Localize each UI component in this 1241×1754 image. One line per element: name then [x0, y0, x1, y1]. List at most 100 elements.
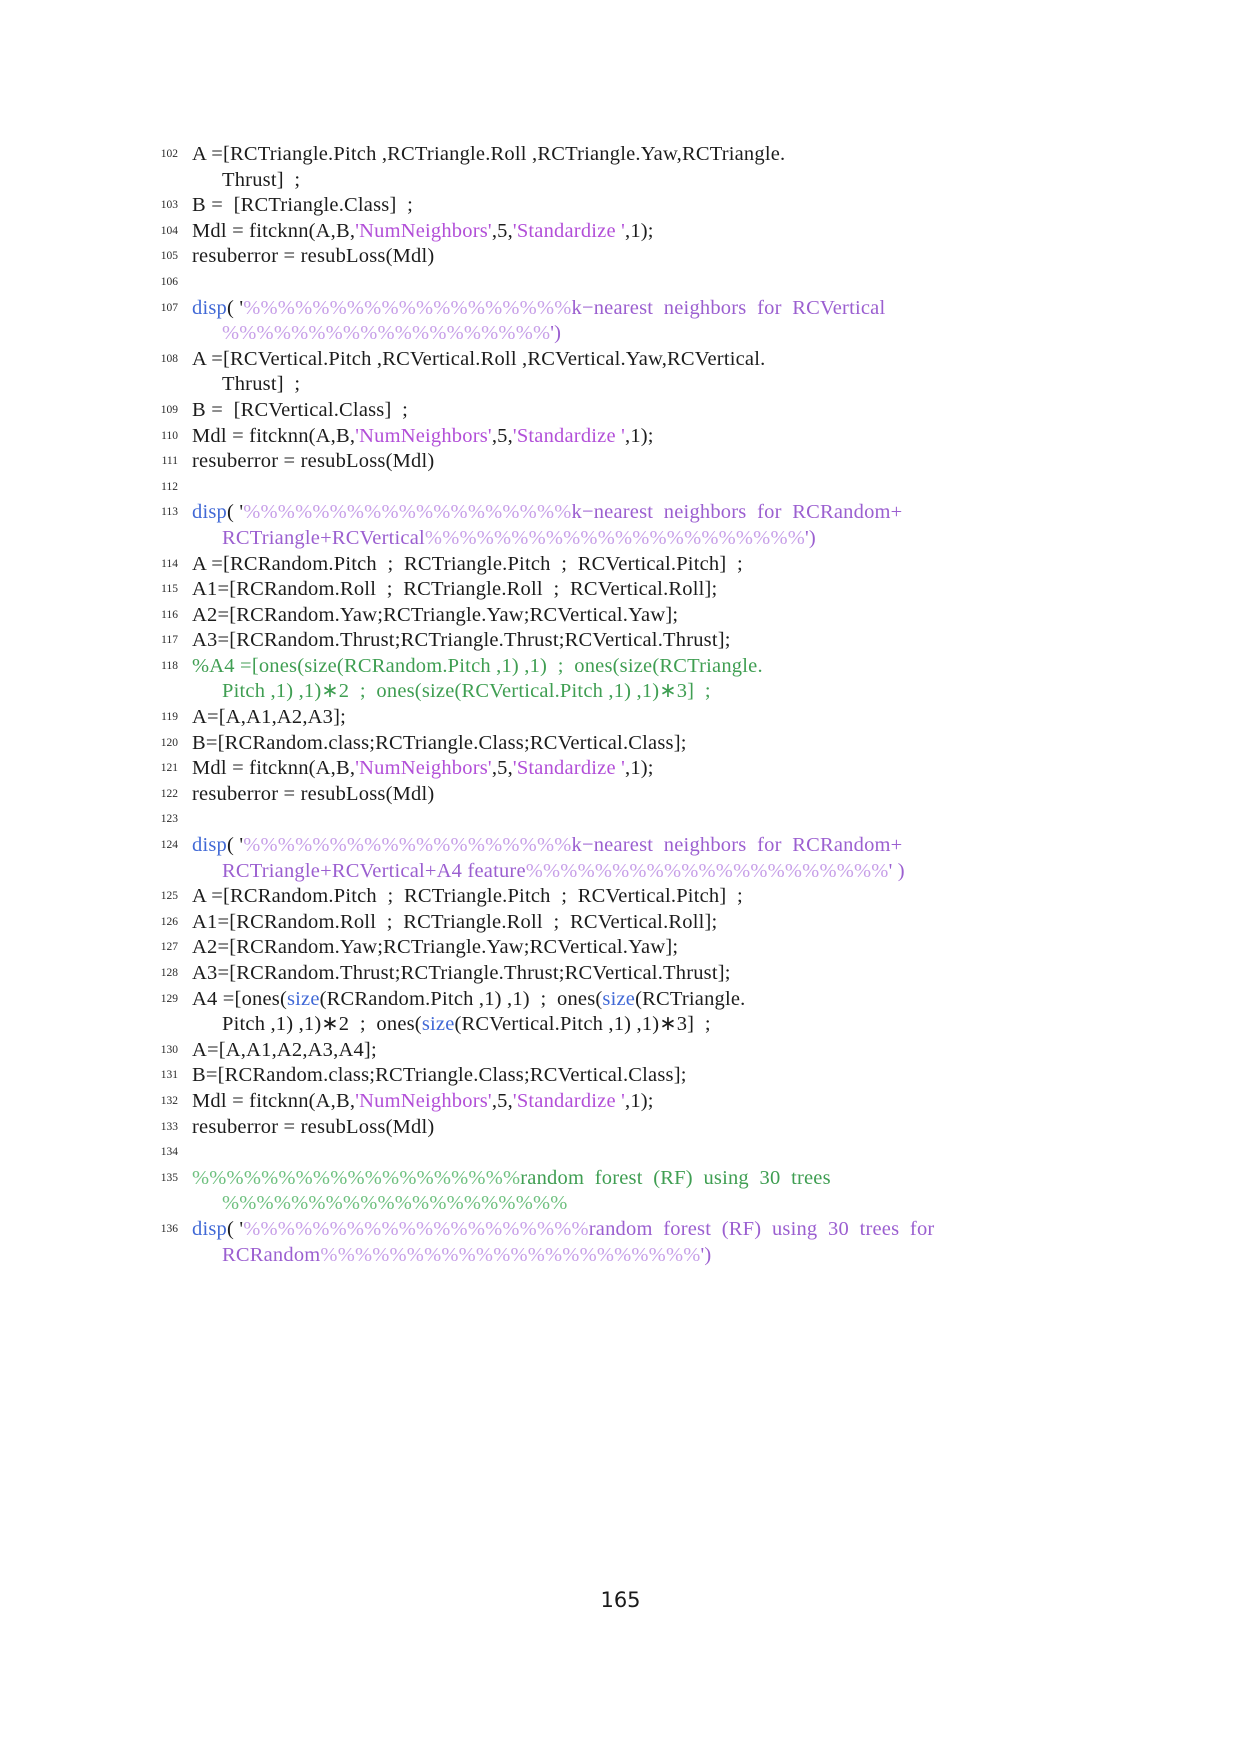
code-token-percent_run: %%%%%%%%%%%%%%%%%%%% [243, 1217, 589, 1240]
code-line-number: 108 [160, 352, 178, 365]
code-token-string: 'Standardize ' [512, 424, 625, 447]
code-line-number: 114 [161, 557, 178, 570]
code-line-number: 135 [160, 1171, 178, 1184]
code-line-content: A =[RCRandom.Pitch ; RCTriangle.Pitch ; … [178, 552, 1088, 578]
code-token-plain: A2=[RCRandom.Yaw;RCTriangle.Yaw;RCVertic… [192, 936, 679, 959]
code-line-number: 110 [161, 429, 178, 442]
code-line-number: 127 [160, 941, 178, 954]
code-token-percent_run: %%%%%%%%%%%%%%%%%%% [243, 834, 572, 857]
code-line-number: 126 [160, 915, 178, 928]
code-token-plain: ( ' [226, 501, 244, 524]
code-token-plain: ( ' [226, 1217, 244, 1240]
code-token-string_text: RCTriangle+RCVertical+A4 feature [222, 859, 526, 882]
code-line-content: B=[RCRandom.class;RCTriangle.Class;RCVer… [178, 731, 1088, 757]
code-token-plain: Thrust] ; [222, 373, 301, 396]
code-token-plain: ,5, [491, 219, 513, 242]
code-token-string_text: RCTriangle+RCVertical [222, 526, 425, 549]
code-token-plain: ,5, [491, 757, 513, 780]
code-line-continuation: Thrust] ; [192, 372, 1088, 398]
code-line-number: 103 [160, 199, 178, 212]
code-line: 121 Mdl = fitcknn(A,B,'NumNeighbors',5,'S… [148, 756, 1088, 782]
code-line-number: 131 [160, 1069, 178, 1082]
code-line-number: 119 [161, 711, 178, 724]
code-line: 128 A3=[RCRandom.Thrust;RCTriangle.Thrust… [148, 961, 1088, 987]
code-token-plain: ,5, [491, 424, 513, 447]
code-token-string: 'NumNeighbors' [355, 757, 492, 780]
code-token-plain: A1=[RCRandom.Roll ; RCTriangle.Roll ; RC… [192, 578, 718, 601]
code-token-string: 'NumNeighbors' [355, 219, 492, 242]
code-line-number: 129 [160, 992, 178, 1005]
code-token-plain: resuberror = resubLoss(Mdl) [192, 782, 435, 805]
code-token-plain: Mdl = fitcknn(A,B, [192, 757, 356, 780]
code-line: 113 disp( '%%%%%%%%%%%%%%%%%%%k−nearest n… [148, 500, 1088, 551]
code-token-comment: random forest (RF) using 30 trees [520, 1166, 831, 1189]
code-token-plain: ,5, [491, 1089, 513, 1112]
code-token-string_text: ' ) [888, 859, 905, 882]
code-line-content: %A4 =[ones(size(RCRandom.Pitch ,1) ,1) ;… [178, 654, 1088, 705]
code-line-content [178, 807, 1088, 833]
code-token-string_text: ') [700, 1243, 712, 1266]
code-line-content: resuberror = resubLoss(Mdl) [178, 244, 1088, 270]
code-token-plain: Mdl = fitcknn(A,B, [192, 219, 356, 242]
code-line-number: 105 [160, 250, 178, 263]
code-token-plain: ,1); [625, 757, 654, 780]
code-token-string_text: k−nearest neighbors for RCRandom+ [571, 834, 903, 857]
code-token-string_text: k−nearest neighbors for RCVertical [571, 296, 886, 319]
code-token-plain: A3=[RCRandom.Thrust;RCTriangle.Thrust;RC… [192, 629, 731, 652]
code-line-continuation: RCTriangle+RCVertical%%%%%%%%%%%%%%%%%%%… [192, 526, 1088, 552]
code-line-number: 128 [160, 967, 178, 979]
code-line-content: A =[RCVertical.Pitch ,RCVertical.Roll ,R… [178, 347, 1088, 398]
code-token-comment_percent_run: %%%%%%%%%%%%%%%%%%%% [222, 1192, 568, 1215]
code-line: 110 Mdl = fitcknn(A,B,'NumNeighbors',5,'S… [148, 424, 1088, 450]
code-line-content [178, 475, 1088, 501]
code-token-plain: ,1); [625, 219, 654, 242]
code-line-content: resuberror = resubLoss(Mdl) [178, 1115, 1088, 1141]
code-line: 105 resuberror = resubLoss(Mdl) [148, 244, 1088, 270]
code-line-content: A =[RCRandom.Pitch ; RCTriangle.Pitch ; … [178, 884, 1088, 910]
code-line-content: B=[RCRandom.class;RCTriangle.Class;RCVer… [178, 1063, 1088, 1089]
code-line-content: A=[A,A1,A2,A3]; [178, 705, 1088, 731]
code-token-plain: A =[RCRandom.Pitch ; RCTriangle.Pitch ; … [192, 885, 743, 908]
code-token-keyword: size [286, 987, 320, 1010]
code-token-string: 'Standardize ' [512, 219, 625, 242]
code-token-string: 'Standardize ' [512, 1089, 625, 1112]
code-line: 119 A=[A,A1,A2,A3]; [148, 705, 1088, 731]
code-token-plain: (RCTriangle. [635, 987, 746, 1010]
code-line-number: 130 [160, 1043, 178, 1056]
code-token-plain: A=[A,A1,A2,A3]; [192, 706, 347, 729]
code-token-keyword: size [602, 987, 636, 1010]
code-line-number: 115 [161, 583, 178, 596]
code-token-plain: A=[A,A1,A2,A3,A4]; [192, 1038, 377, 1061]
code-token-plain: (RCVertical.Pitch ,1) ,1)∗3] ; [454, 1013, 711, 1036]
code-line-content: disp( '%%%%%%%%%%%%%%%%%%%%random forest… [178, 1217, 1088, 1268]
code-token-comment: %A4 =[ones(size(RCRandom.Pitch ,1) ,1) ;… [192, 654, 763, 677]
code-token-plain: ( ' [226, 834, 244, 857]
code-line-content: A =[RCTriangle.Pitch ,RCTriangle.Roll ,R… [178, 142, 1088, 193]
code-line-content [178, 270, 1088, 296]
code-token-plain: Mdl = fitcknn(A,B, [192, 1089, 356, 1112]
code-line: 115 A1=[RCRandom.Roll ; RCTriangle.Roll ;… [148, 577, 1088, 603]
code-token-percent_run: %%%%%%%%%%%%%%%%%%% [243, 296, 572, 319]
code-line-number: 107 [160, 301, 178, 314]
code-token-plain: resuberror = resubLoss(Mdl) [192, 245, 435, 268]
code-line-continuation: %%%%%%%%%%%%%%%%%%%% [192, 1191, 1088, 1217]
code-line-content: disp( '%%%%%%%%%%%%%%%%%%%k−nearest neig… [178, 296, 1088, 347]
code-line-content: A1=[RCRandom.Roll ; RCTriangle.Roll ; RC… [178, 577, 1088, 603]
code-line-content: Mdl = fitcknn(A,B,'NumNeighbors',5,'Stan… [178, 1089, 1088, 1115]
code-line: 127 A2=[RCRandom.Yaw;RCTriangle.Yaw;RCVer… [148, 935, 1088, 961]
code-line-content: A4 =[ones(size(RCRandom.Pitch ,1) ,1) ; … [178, 987, 1088, 1038]
code-line-number: 121 [160, 762, 178, 775]
code-line-content: resuberror = resubLoss(Mdl) [178, 449, 1088, 475]
code-line: 104 Mdl = fitcknn(A,B,'NumNeighbors',5,'S… [148, 219, 1088, 245]
code-line-continuation: Pitch ,1) ,1)∗2 ; ones(size(RCVertical.P… [192, 1012, 1088, 1038]
code-token-plain: B=[RCRandom.class;RCTriangle.Class;RCVer… [192, 731, 687, 754]
code-line-content: A2=[RCRandom.Yaw;RCTriangle.Yaw;RCVertic… [178, 935, 1088, 961]
code-line-continuation: Thrust] ; [192, 168, 1088, 194]
code-token-string_text: RCRandom [222, 1243, 321, 1266]
code-line-content: B = [RCTriangle.Class] ; [178, 193, 1088, 219]
code-line-number: 123 [160, 813, 178, 826]
code-token-string: 'NumNeighbors' [355, 1089, 492, 1112]
code-token-plain: resuberror = resubLoss(Mdl) [192, 450, 435, 473]
code-line: 135 %%%%%%%%%%%%%%%%%%%random forest (RF)… [148, 1166, 1088, 1217]
code-line: 129 A4 =[ones(size(RCRandom.Pitch ,1) ,1)… [148, 987, 1088, 1038]
